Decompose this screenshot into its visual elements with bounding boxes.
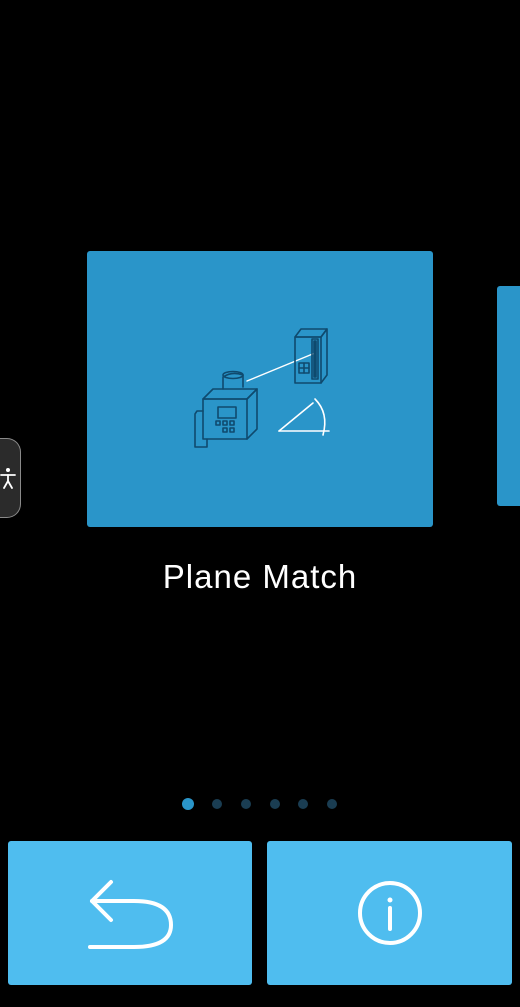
accessibility-tab[interactable]	[0, 438, 21, 518]
card-title: Plane Match	[162, 558, 358, 595]
undo-back-arrow-icon	[88, 880, 173, 949]
page-dot[interactable]	[212, 799, 222, 809]
page-dot[interactable]	[270, 799, 280, 809]
info-circle-icon	[358, 881, 422, 945]
page-dot[interactable]	[298, 799, 308, 809]
accessibility-person-icon	[0, 468, 16, 489]
page-dot[interactable]	[241, 799, 251, 809]
carousel-card-next[interactable]	[497, 286, 520, 506]
info-button[interactable]	[267, 841, 512, 985]
carousel-card-plane-match[interactable]	[87, 251, 433, 527]
page-dot[interactable]	[327, 799, 337, 809]
page-dot-active[interactable]	[182, 798, 194, 810]
plane-match-illustration-icon	[194, 328, 330, 448]
carousel-page-indicator	[0, 798, 520, 810]
back-button[interactable]	[8, 841, 252, 985]
